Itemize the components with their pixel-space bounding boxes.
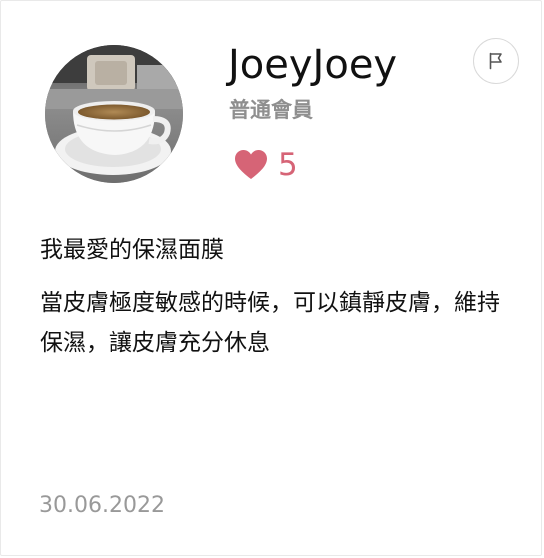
avatar	[45, 45, 183, 183]
review-date: 30.06.2022	[39, 493, 165, 518]
like-count: 5	[278, 147, 298, 183]
username: JoeyJoey	[228, 42, 398, 88]
flag-icon	[489, 52, 502, 70]
review-card: JoeyJoey 普通會員 5 我最愛的保濕面膜 當皮膚極度敏感的時候，可以鎮靜…	[0, 0, 542, 556]
like-button[interactable]: 5	[234, 147, 298, 183]
review-body: 當皮膚極度敏感的時候，可以鎮靜皮膚，維持保濕，讓皮膚充分休息	[40, 290, 500, 356]
review-title: 我最愛的保濕面膜	[40, 237, 224, 263]
report-button[interactable]	[473, 38, 519, 84]
member-level-badge: 普通會員	[229, 98, 313, 122]
heart-icon	[235, 150, 267, 179]
avatar-image	[45, 45, 183, 183]
